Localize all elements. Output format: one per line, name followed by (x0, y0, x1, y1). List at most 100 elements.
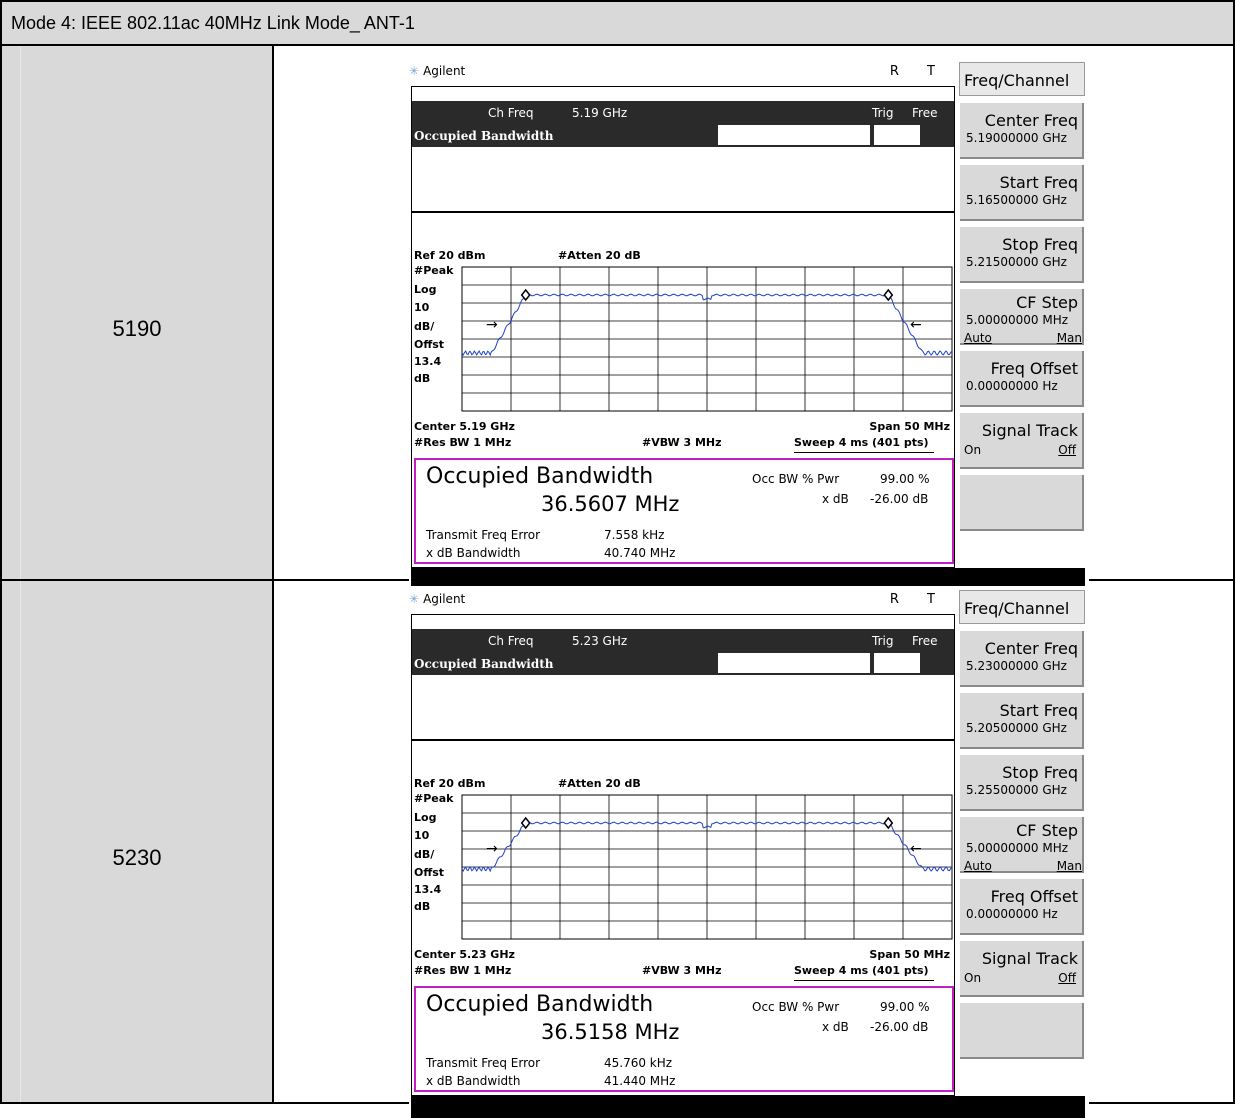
softkey-value: 5.16500000 GHz (966, 193, 1067, 207)
ref-level: Ref 20 dBm (414, 249, 486, 262)
softkey-value: 5.00000000 MHz (966, 841, 1069, 855)
menu-title: Freq/Channel (959, 590, 1085, 624)
spectrum-analyzer-screen: ✳ Agilent R T Ch Freq 5.23 GHz Trig Free … (409, 586, 1089, 1118)
sweep-label: Sweep 4 ms (401 pts) (794, 436, 929, 449)
softkey-value: 5.25500000 GHz (966, 783, 1067, 797)
rt-indicator: R T (889, 592, 947, 607)
mode-title: Occupied Bandwidth (414, 129, 554, 143)
freq-offset-softkey[interactable]: Freq Offset 0.00000000 Hz (959, 878, 1085, 936)
man-option[interactable]: Man (1057, 859, 1082, 873)
table-row: 5190 ✳ Agilent R T Ch Freq 5.19 GHz Trig … (2, 46, 1233, 590)
freq-offset-softkey[interactable]: Freq Offset 0.00000000 Hz (959, 350, 1085, 408)
signal-track-softkey[interactable]: Signal Track On Off (959, 412, 1085, 470)
input-box-small (874, 125, 920, 145)
measurement-table: Mode 4: IEEE 802.11ac 40MHz Link Mode_ A… (0, 0, 1235, 1118)
occ-bw-label: Occ BW % Pwr (752, 472, 840, 486)
brand-label: Agilent (423, 592, 466, 606)
softkey-label: Start Freq (999, 701, 1078, 720)
input-box (718, 653, 870, 673)
softkey-value: 0.00000000 Hz (966, 907, 1058, 921)
span-label: Span 50 MHz (869, 420, 950, 433)
xdb-bw-value: 41.440 MHz (604, 1074, 676, 1088)
vbw-label: #VBW 3 MHz (642, 436, 722, 449)
softkey-value: 5.19000000 GHz (966, 131, 1067, 145)
analyzer-topbar: ✳ Agilent R T (409, 586, 957, 614)
start-freq-softkey[interactable]: Start Freq 5.16500000 GHz (959, 164, 1085, 222)
menu-title: Freq/Channel (959, 62, 1085, 96)
obw-title: Occupied Bandwidth (426, 464, 654, 489)
channel-label: 5190 (112, 316, 162, 341)
spectrum-plot: → ← (461, 266, 953, 412)
xdb-bw-value: 40.740 MHz (604, 546, 676, 560)
ch-freq-label: Ch Freq (488, 106, 534, 120)
rt-indicator: R T (889, 64, 947, 79)
table-title: Mode 4: IEEE 802.11ac 40MHz Link Mode_ A… (11, 13, 415, 33)
ref-level: Ref 20 dBm (414, 777, 486, 790)
softkey-label: Center Freq (984, 111, 1078, 130)
attenuation: #Atten 20 dB (558, 249, 641, 262)
obw-value: 36.5607 MHz (541, 492, 680, 516)
off-option[interactable]: Off (1058, 971, 1076, 985)
softkey-label: Signal Track (981, 949, 1078, 968)
occ-bw-value: 99.00 % (880, 1000, 930, 1014)
right-arrow-icon: → (486, 317, 498, 333)
ch-freq-label: Ch Freq (488, 634, 534, 648)
left-arrow-icon: ← (910, 317, 922, 333)
attenuation: #Atten 20 dB (558, 777, 641, 790)
obw-result-box: Occupied Bandwidth 36.5607 MHz Occ BW % … (414, 458, 954, 564)
softkey-value: 5.21500000 GHz (966, 255, 1067, 269)
center-freq-softkey[interactable]: Center Freq 5.23000000 GHz (959, 630, 1085, 688)
res-bw-label: #Res BW 1 MHz (414, 964, 512, 977)
tfe-label: Transmit Freq Error (426, 528, 541, 542)
tfe-value: 45.760 kHz (604, 1056, 673, 1070)
obw-value: 36.5158 MHz (541, 1020, 680, 1044)
softkey-value: 0.00000000 Hz (966, 379, 1058, 393)
status-bar: Ch Freq 5.19 GHz Trig Free Occupied Band… (412, 101, 954, 147)
vbw-label: #VBW 3 MHz (642, 964, 722, 977)
auto-option[interactable]: Auto (964, 859, 992, 873)
softkey-label: CF Step (1016, 293, 1078, 312)
center-freq-label: Center 5.19 GHz (414, 420, 515, 433)
ch-freq-value: 5.19 GHz (572, 106, 628, 120)
xdb-value: -26.00 dB (870, 1020, 929, 1034)
off-option[interactable]: Off (1058, 443, 1076, 457)
cf-step-softkey[interactable]: CF Step 5.00000000 MHz Auto Man (959, 288, 1085, 346)
spectrum-analyzer-screen: ✳ Agilent R T Ch Freq 5.19 GHz Trig Free … (409, 58, 1089, 590)
xdb-bw-label: x dB Bandwidth (426, 546, 521, 560)
center-freq-softkey[interactable]: Center Freq 5.19000000 GHz (959, 102, 1085, 160)
on-option[interactable]: On (964, 971, 981, 985)
stop-freq-softkey[interactable]: Stop Freq 5.21500000 GHz (959, 226, 1085, 284)
softkey-label: CF Step (1016, 821, 1078, 840)
auto-option[interactable]: Auto (964, 331, 992, 345)
table-row: 5230 ✳ Agilent R T Ch Freq 5.23 GHz Trig … (2, 581, 1233, 1118)
right-arrow-icon: → (486, 841, 498, 857)
menu-title-label: Freq/Channel (964, 71, 1070, 90)
man-option[interactable]: Man (1057, 331, 1082, 345)
signal-track-softkey[interactable]: Signal Track On Off (959, 940, 1085, 998)
input-box (718, 125, 870, 145)
status-bar: Ch Freq 5.23 GHz Trig Free Occupied Band… (412, 629, 954, 675)
xdb-bw-label: x dB Bandwidth (426, 1074, 521, 1088)
spectrum-plot: → ← (461, 794, 953, 940)
blank-softkey[interactable] (959, 1002, 1085, 1060)
obw-result-box: Occupied Bandwidth 36.5158 MHz Occ BW % … (414, 986, 954, 1092)
trig-label: Trig (872, 634, 894, 648)
analyzer-topbar: ✳ Agilent R T (409, 58, 957, 86)
start-freq-softkey[interactable]: Start Freq 5.20500000 GHz (959, 692, 1085, 750)
cf-step-softkey[interactable]: CF Step 5.00000000 MHz Auto Man (959, 816, 1085, 874)
free-label: Free (912, 106, 938, 120)
softkey-label: Signal Track (981, 421, 1078, 440)
occ-bw-label: Occ BW % Pwr (752, 1000, 840, 1014)
stop-freq-softkey[interactable]: Stop Freq 5.25500000 GHz (959, 754, 1085, 812)
starburst-icon: ✳ (409, 64, 420, 78)
xdb-label: x dB (822, 492, 849, 506)
blank-softkey[interactable] (959, 474, 1085, 532)
channel-cell: 5190 (2, 46, 274, 579)
obw-title: Occupied Bandwidth (426, 992, 654, 1017)
on-option[interactable]: On (964, 443, 981, 457)
softkey-label: Freq Offset (990, 887, 1078, 906)
divider (412, 739, 954, 741)
tfe-label: Transmit Freq Error (426, 1056, 541, 1070)
res-bw-label: #Res BW 1 MHz (414, 436, 512, 449)
sweep-label: Sweep 4 ms (401 pts) (794, 964, 929, 977)
